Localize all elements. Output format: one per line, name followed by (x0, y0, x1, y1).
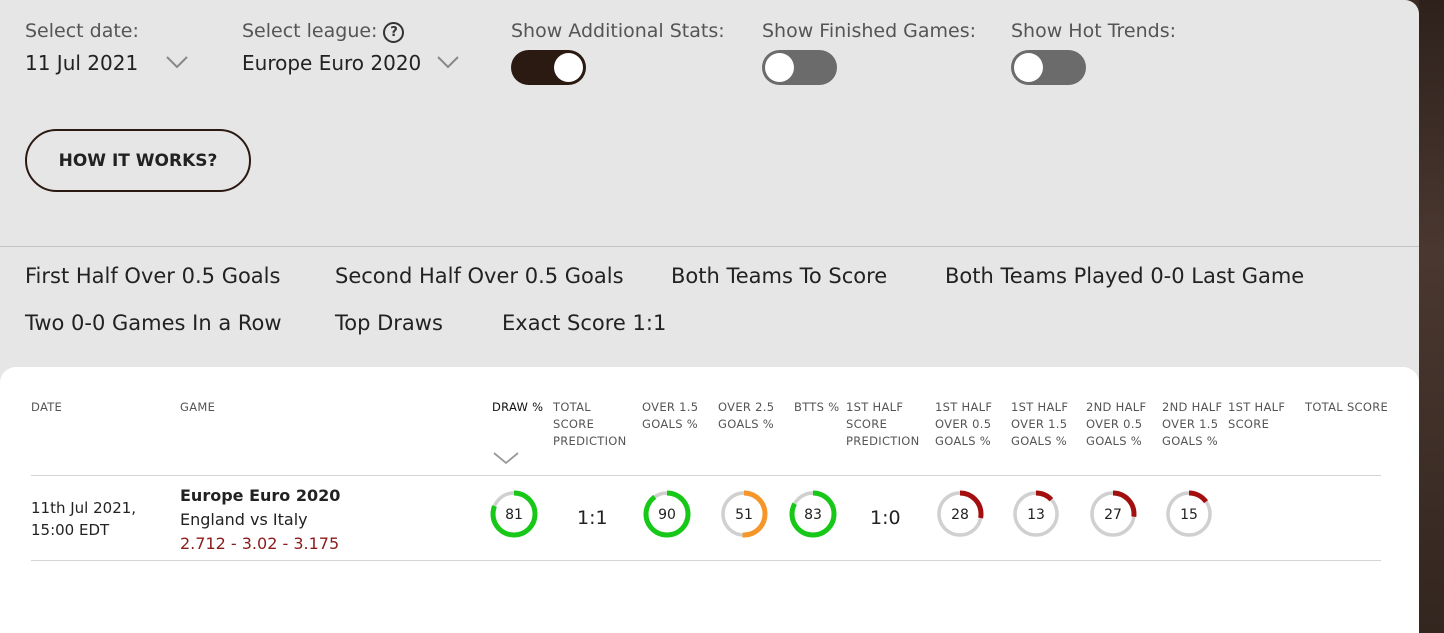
header-line: 1ST HALF (846, 400, 904, 414)
toggle-knob (1014, 53, 1043, 82)
toggle-knob (765, 53, 794, 82)
header-line: 1ST HALF (1228, 400, 1286, 414)
header-line: SCORE (553, 417, 595, 431)
additional-stats-label: Show Additional Stats: (511, 20, 725, 42)
gauge-over-25: 51 (720, 490, 768, 538)
trend-first-half-over-05[interactable]: First Half Over 0.5 Goals (25, 264, 280, 288)
date-select-value[interactable]: 11 Jul 2021 (25, 51, 138, 75)
trend-two-00-in-a-row[interactable]: Two 0-0 Games In a Row (25, 311, 282, 335)
gauge-value: 15 (1180, 507, 1198, 523)
gauge-value: 51 (735, 507, 753, 523)
gauge-value: 83 (804, 507, 822, 523)
section-divider (0, 246, 1419, 247)
predictions-table: DATE GAME DRAW % TOTAL SCORE PREDICTION … (0, 367, 1419, 633)
league-chevron-down-icon[interactable] (437, 55, 459, 69)
header-h1-score[interactable]: 1ST HALF SCORE (1228, 399, 1285, 433)
match-date: 11th Jul 2021, (31, 499, 137, 517)
gauge-h2-over-05: 27 (1089, 490, 1137, 538)
match-info[interactable]: Europe Euro 2020 England vs Italy 2.712 … (180, 484, 340, 556)
gauge-value: 81 (505, 507, 523, 523)
hot-trends-toggle[interactable] (1011, 50, 1086, 85)
header-line: GOALS % (718, 417, 775, 431)
header-game[interactable]: GAME (180, 399, 215, 416)
header-line: OVER 1.5 (1011, 417, 1068, 431)
trend-second-half-over-05[interactable]: Second Half Over 0.5 Goals (335, 264, 624, 288)
match-league: Europe Euro 2020 (180, 486, 341, 505)
header-btts[interactable]: BTTS % (794, 399, 839, 416)
header-line: TOTAL (553, 400, 591, 414)
header-half-score-prediction[interactable]: 1ST HALF SCORE PREDICTION (846, 399, 920, 450)
gauge-draw: 81 (490, 490, 538, 538)
date-label: Select date: (25, 20, 139, 42)
trend-exact-score-11[interactable]: Exact Score 1:1 (502, 311, 666, 335)
help-icon[interactable]: ? (383, 22, 405, 43)
header-h1-over-05[interactable]: 1ST HALF OVER 0.5 GOALS % (935, 399, 992, 450)
header-line: SCORE (846, 417, 888, 431)
date-chevron-down-icon[interactable] (166, 55, 188, 69)
gauge-btts: 83 (789, 490, 837, 538)
additional-stats-toggle[interactable] (511, 50, 586, 85)
toggle-knob (554, 53, 583, 82)
header-line: GOALS % (1011, 434, 1068, 448)
header-line: 1ST HALF (935, 400, 993, 414)
header-line: OVER 0.5 (935, 417, 992, 431)
gauge-h1-over-05: 28 (936, 490, 984, 538)
finished-games-label: Show Finished Games: (762, 20, 977, 42)
league-label-text: Select league: (242, 20, 378, 42)
header-total-score[interactable]: TOTAL SCORE (1305, 399, 1388, 416)
header-line: PREDICTION (846, 434, 920, 448)
header-line: 2ND HALF (1086, 400, 1147, 414)
gauge-h2-over-15: 15 (1165, 490, 1213, 538)
half-score-prediction: 1:0 (870, 507, 901, 529)
header-line: PREDICTION (553, 434, 627, 448)
header-h2-over-05[interactable]: 2ND HALF OVER 0.5 GOALS % (1086, 399, 1146, 450)
header-draw[interactable]: DRAW % (492, 399, 543, 416)
gauge-value: 90 (658, 507, 676, 523)
header-line: OVER 1.5 (642, 400, 699, 414)
league-select-value[interactable]: Europe Euro 2020 (242, 51, 421, 75)
sort-chevron-down-icon[interactable] (492, 451, 520, 465)
gauge-value: 13 (1027, 507, 1045, 523)
header-total-score-prediction[interactable]: TOTAL SCORE PREDICTION (553, 399, 627, 450)
header-line: 2ND HALF (1162, 400, 1223, 414)
header-h1-over-15[interactable]: 1ST HALF OVER 1.5 GOALS % (1011, 399, 1068, 450)
how-it-works-button[interactable]: HOW IT WORKS? (25, 129, 251, 192)
finished-games-toggle[interactable] (762, 50, 837, 85)
header-line: GOALS % (935, 434, 992, 448)
header-h2-over-15[interactable]: 2ND HALF OVER 1.5 GOALS % (1162, 399, 1222, 450)
trend-both-teams-to-score[interactable]: Both Teams To Score (671, 264, 887, 288)
header-over-25[interactable]: OVER 2.5 GOALS % (718, 399, 774, 433)
header-line: OVER 1.5 (1162, 417, 1219, 431)
gauge-h1-over-15: 13 (1012, 490, 1060, 538)
total-score-prediction: 1:1 (577, 507, 608, 529)
match-odds: 2.712 - 3.02 - 3.175 (180, 534, 340, 553)
gauge-over-15: 90 (643, 490, 691, 538)
match-time: 15:00 EDT (31, 521, 110, 539)
gauge-value: 28 (951, 507, 969, 523)
header-line: SCORE (1228, 417, 1270, 431)
hot-trends-label: Show Hot Trends: (1011, 20, 1177, 42)
row-divider (31, 560, 1381, 561)
header-date[interactable]: DATE (31, 399, 62, 416)
header-line: OVER 0.5 (1086, 417, 1143, 431)
trend-both-teams-00-last-game[interactable]: Both Teams Played 0-0 Last Game (945, 264, 1304, 288)
trend-top-draws[interactable]: Top Draws (335, 311, 443, 335)
match-teams: England vs Italy (180, 510, 308, 529)
header-divider (31, 475, 1381, 476)
header-line: GOALS % (1162, 434, 1219, 448)
header-line: OVER 2.5 (718, 400, 775, 414)
main-panel: Select date: 11 Jul 2021 Select league:?… (0, 0, 1419, 633)
background-edge (1419, 0, 1444, 633)
header-over-15[interactable]: OVER 1.5 GOALS % (642, 399, 698, 433)
league-label: Select league:? (242, 20, 405, 43)
match-datetime: 11th Jul 2021, 15:00 EDT (31, 497, 136, 541)
header-line: GOALS % (1086, 434, 1143, 448)
gauge-value: 27 (1104, 507, 1122, 523)
header-line: 1ST HALF (1011, 400, 1069, 414)
header-line: GOALS % (642, 417, 699, 431)
